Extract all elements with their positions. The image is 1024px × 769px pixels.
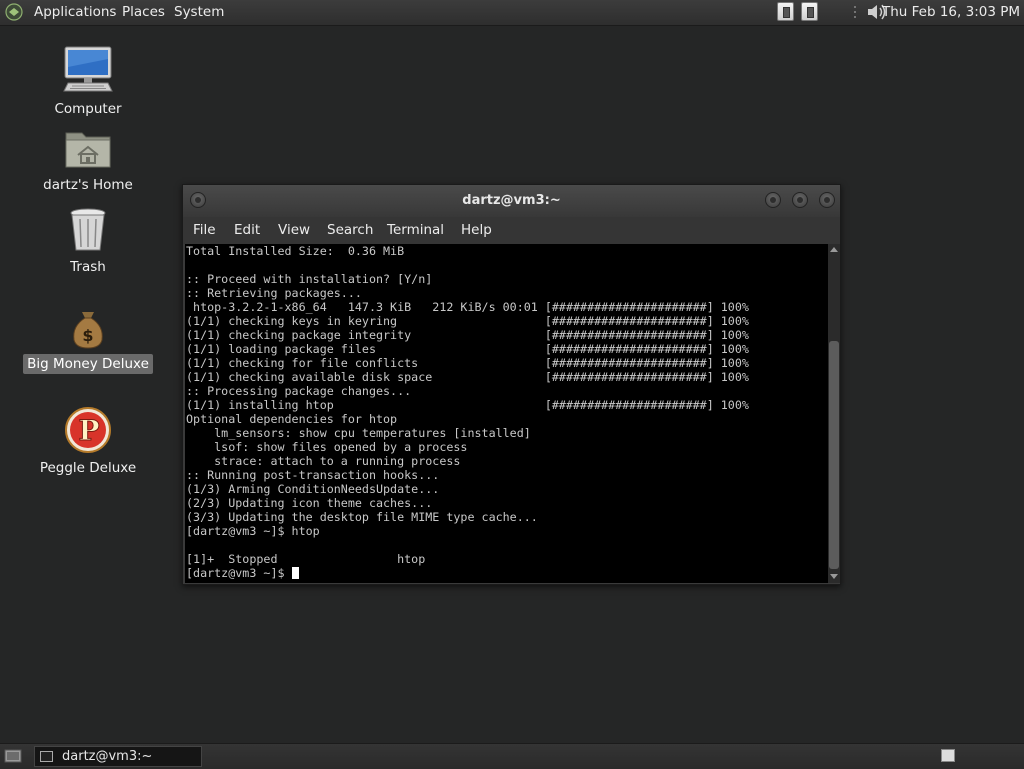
computer-icon xyxy=(63,46,113,92)
terminal-line: Optional dependencies for htop xyxy=(186,412,398,426)
taskbar-item-label: dartz@vm3:~ xyxy=(62,749,153,764)
desktop-icon-computer[interactable]: Computer xyxy=(23,45,153,119)
top-panel: Applications Places System Thu Feb 16, 3… xyxy=(0,0,1024,26)
terminal-prompt: [dartz@vm3 ~]$ xyxy=(186,566,292,580)
terminal-line: lsof: show files opened by a process xyxy=(186,440,468,454)
terminal-line: :: Retrieving packages... xyxy=(186,286,362,300)
desktop-icon-label: Peggle Deluxe xyxy=(39,460,137,476)
terminal-line: Total Installed Size: 0.36 MiB xyxy=(186,244,405,258)
terminal-cursor xyxy=(291,567,299,579)
taskbar-item-terminal[interactable]: dartz@vm3:~ xyxy=(34,746,202,767)
terminal-line: [dartz@vm3 ~]$ htop xyxy=(186,524,320,538)
close-button[interactable] xyxy=(819,192,835,208)
desktop-icon-label: Big Money Deluxe xyxy=(23,354,153,374)
terminal-line: (3/3) Updating the desktop file MIME typ… xyxy=(186,510,538,524)
menu-help[interactable]: Help xyxy=(461,222,492,238)
distro-logo-icon[interactable] xyxy=(5,3,23,21)
terminal-line: (2/3) Updating icon theme caches... xyxy=(186,496,433,510)
svg-text:P: P xyxy=(78,414,99,447)
terminal-line: (1/1) checking keys in keyring [########… xyxy=(186,314,749,328)
terminal-line: htop-3.2.2-1-x86_64 147.3 KiB 212 KiB/s … xyxy=(186,300,749,314)
clock[interactable]: Thu Feb 16, 3:03 PM xyxy=(882,4,1020,20)
desktop-icon-label: Trash xyxy=(70,259,106,275)
desktop-icon-peggle[interactable]: P Peggle Deluxe xyxy=(23,406,153,478)
terminal-line: lm_sensors: show cpu temperatures [insta… xyxy=(186,426,531,440)
bottom-panel: dartz@vm3:~ xyxy=(0,743,1024,769)
window-title: dartz@vm3:~ xyxy=(462,193,561,208)
maximize-button[interactable] xyxy=(792,192,808,208)
menu-view[interactable]: View xyxy=(278,222,310,238)
desktop-icon-home[interactable]: dartz's Home xyxy=(23,127,153,195)
terminal-line: (1/1) checking package integrity [######… xyxy=(186,328,749,342)
terminal-line: :: Processing package changes... xyxy=(186,384,412,398)
terminal-text: Total Installed Size: 0.36 MiB :: Procee… xyxy=(185,244,828,580)
scroll-down-icon[interactable] xyxy=(830,574,838,579)
terminal-line: (1/1) checking for file conflicts [#####… xyxy=(186,356,749,370)
terminal-line: :: Running post-transaction hooks... xyxy=(186,468,440,482)
terminal-window[interactable]: dartz@vm3:~ File Edit View Search Termin… xyxy=(182,184,841,585)
minimize-button[interactable] xyxy=(765,192,781,208)
menu-search[interactable]: Search xyxy=(327,222,373,238)
system-menu[interactable]: System xyxy=(174,4,224,20)
window-titlebar[interactable]: dartz@vm3:~ xyxy=(183,185,840,217)
workspace-switcher[interactable] xyxy=(941,749,955,762)
terminal-line: (1/1) installing htop [#################… xyxy=(186,398,749,412)
show-desktop-icon[interactable] xyxy=(4,748,22,764)
panel-separator-icon xyxy=(854,6,856,18)
terminal-line: strace: attach to a running process xyxy=(186,454,461,468)
svg-text:$: $ xyxy=(82,326,93,345)
terminal-line: (1/1) checking available disk space [###… xyxy=(186,370,749,384)
money-bag-icon: $ xyxy=(73,312,103,349)
peggle-icon: P xyxy=(65,407,111,453)
places-menu[interactable]: Places xyxy=(122,4,165,20)
terminal-scrollbar[interactable] xyxy=(828,244,840,583)
terminal-line: (1/1) loading package files [###########… xyxy=(186,342,749,356)
menu-terminal[interactable]: Terminal xyxy=(387,222,444,238)
terminal-menubar: File Edit View Search Terminal Help xyxy=(183,217,840,244)
terminal-line: (1/3) Arming ConditionNeedsUpdate... xyxy=(186,482,440,496)
menu-edit[interactable]: Edit xyxy=(234,222,260,238)
scrollbar-thumb[interactable] xyxy=(829,341,839,569)
home-folder-icon xyxy=(65,132,111,168)
trash-icon xyxy=(70,208,106,251)
scroll-up-icon[interactable] xyxy=(830,247,838,252)
desktop-icon-label: Computer xyxy=(54,101,122,117)
menu-file[interactable]: File xyxy=(193,222,216,238)
panel-launcher-icon[interactable] xyxy=(801,2,818,21)
applications-menu[interactable]: Applications xyxy=(34,4,116,20)
panel-launcher-icon[interactable] xyxy=(777,2,794,21)
desktop-icon-label: dartz's Home xyxy=(43,177,133,193)
desktop-icon-big-money[interactable]: $ Big Money Deluxe xyxy=(23,308,153,374)
terminal-icon xyxy=(40,751,53,762)
terminal-line: [1]+ Stopped htop xyxy=(186,552,426,566)
terminal-line: :: Proceed with installation? [Y/n] xyxy=(186,272,433,286)
desktop-icon-trash[interactable]: Trash xyxy=(23,207,153,277)
terminal-output[interactable]: Total Installed Size: 0.36 MiB :: Procee… xyxy=(185,244,828,583)
